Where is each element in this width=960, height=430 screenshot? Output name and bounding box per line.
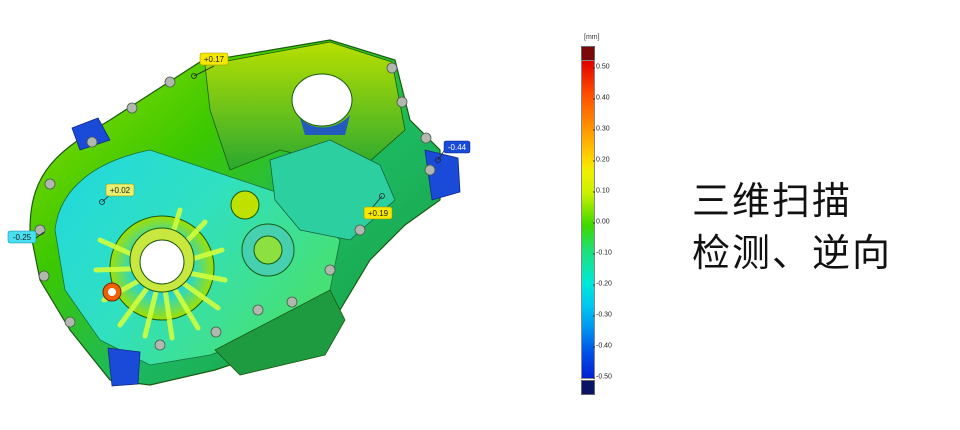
scale-tick-label: 0.20 <box>593 156 610 164</box>
scale-gradient-bar <box>581 60 595 379</box>
scale-over-range-cap <box>581 46 595 61</box>
callout-label: +0.19 <box>368 209 389 218</box>
scale-tick-label: -0.30 <box>593 311 612 319</box>
callout-label: +0.17 <box>204 55 225 64</box>
caption-line-1: 三维扫描 <box>692 179 853 223</box>
scale-tick-label: -0.40 <box>593 342 612 350</box>
scale-unit-label: [mm] <box>584 34 600 41</box>
scale-tick-label: 0.00 <box>593 218 610 226</box>
scale-tick-label: -0.10 <box>593 249 612 257</box>
scale-tick-label: 0.50 <box>593 63 610 71</box>
scale-tick-label: 0.10 <box>593 187 610 195</box>
scale-tick-label: 0.30 <box>593 125 610 133</box>
deviation-color-scale: [mm] 0.50 0.40 0.30 0.20 0.10 0.00 -0.10 -0.20 -… <box>560 30 640 410</box>
callout-label: -0.25 <box>13 233 32 242</box>
caption-line-2: 检测、逆向 <box>692 231 893 275</box>
callout-label: +0.02 <box>110 186 131 195</box>
deviation-color-map-part: +0.17 +0.02 -0.25 -0.44 +0.19 <box>7 39 471 387</box>
scale-tick-label: -0.50 <box>593 373 612 381</box>
callout-label: -0.44 <box>448 143 467 152</box>
scale-under-range-cap <box>581 380 595 395</box>
scale-tick-label: -0.20 <box>593 280 612 288</box>
scale-tick-label: 0.40 <box>593 94 610 102</box>
